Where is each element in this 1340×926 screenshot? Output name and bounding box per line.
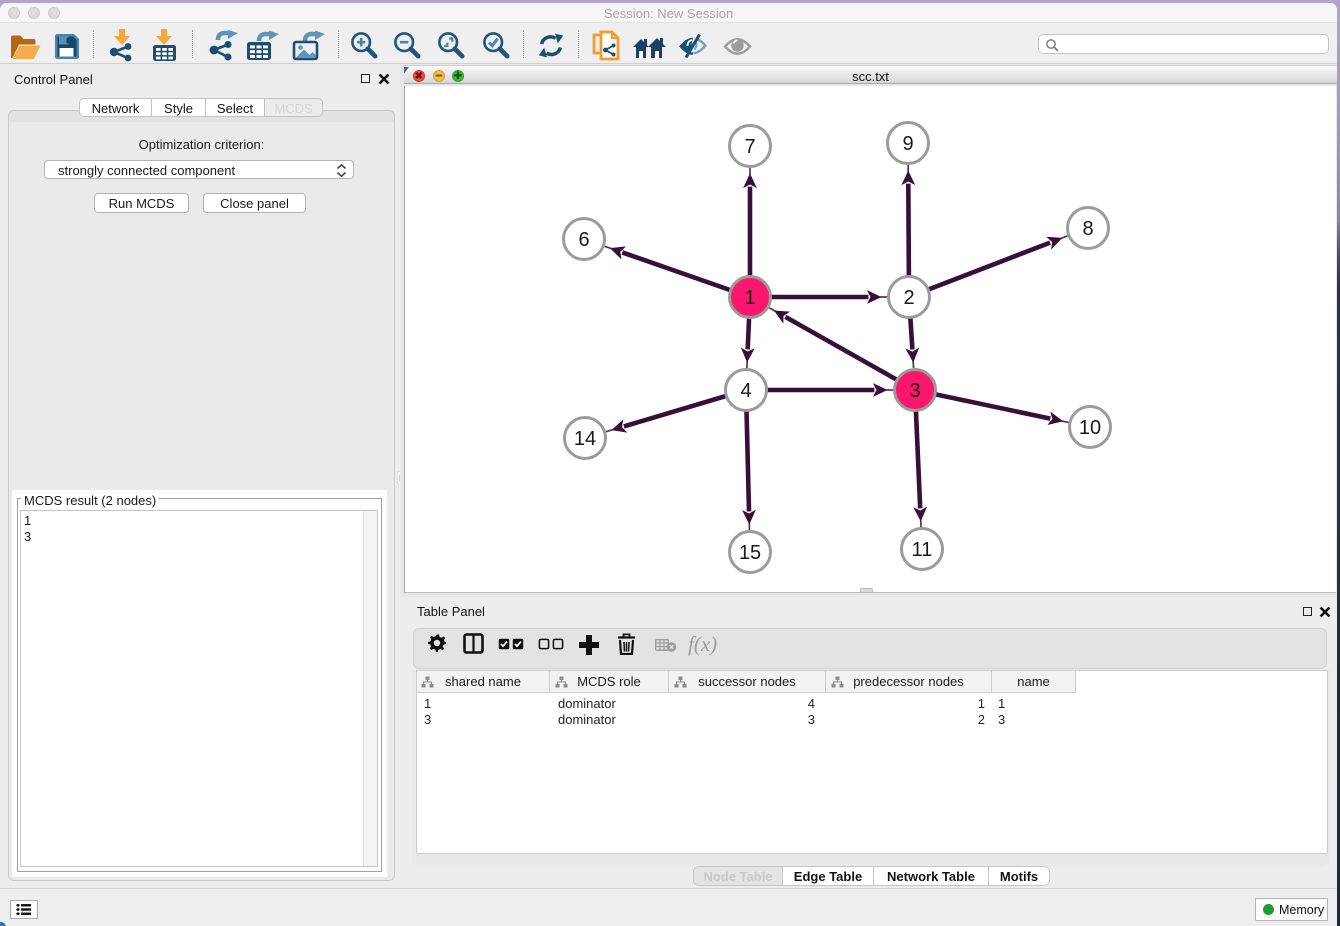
svg-text:3: 3 — [909, 380, 920, 402]
svg-text:15: 15 — [739, 542, 761, 564]
svg-text:7: 7 — [744, 136, 755, 158]
svg-text:11: 11 — [912, 539, 933, 561]
svg-text:9: 9 — [902, 133, 913, 155]
svg-text:4: 4 — [740, 380, 751, 402]
svg-text:1: 1 — [744, 287, 755, 309]
svg-text:14: 14 — [574, 428, 596, 450]
svg-text:8: 8 — [1082, 218, 1093, 240]
svg-text:10: 10 — [1079, 417, 1101, 439]
svg-text:6: 6 — [578, 229, 589, 251]
svg-text:2: 2 — [903, 287, 914, 309]
